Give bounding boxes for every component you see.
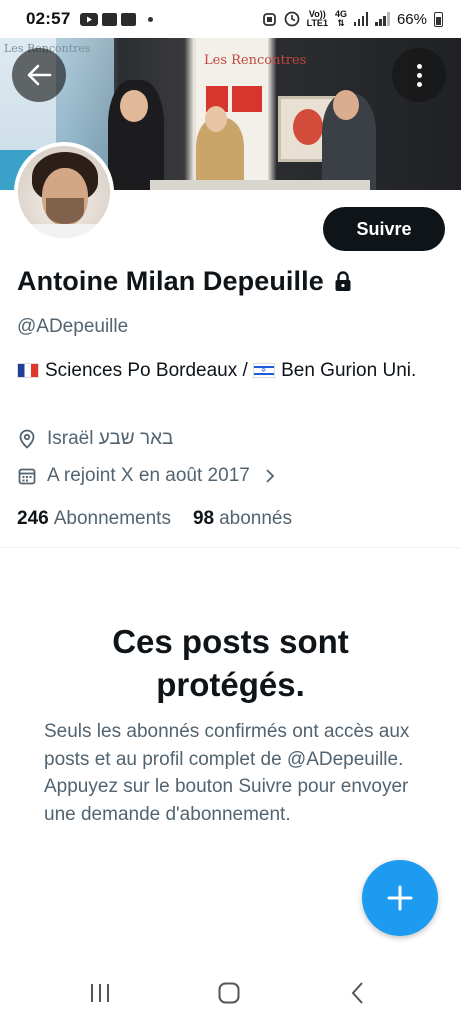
flag-france-icon <box>17 363 39 378</box>
status-right: Vo)) LTE1 4G ⇅ 66% <box>262 10 443 28</box>
divider <box>0 547 461 548</box>
app-icon <box>121 12 137 26</box>
compose-button[interactable] <box>362 860 438 936</box>
bio-text: Sciences Po Bordeaux / <box>45 360 254 381</box>
avatar[interactable] <box>14 142 114 242</box>
arrow-left-icon <box>27 64 52 86</box>
home-button[interactable] <box>214 980 244 1006</box>
followers-count: 98 <box>192 508 215 529</box>
data-type-indicator: 4G ⇅ <box>334 9 347 28</box>
profile-location: Israël באר שבע <box>17 428 173 450</box>
back-button[interactable] <box>12 48 66 102</box>
location-pin-icon <box>17 429 37 449</box>
following-count: 246 <box>17 508 49 529</box>
signal-icon <box>375 12 390 26</box>
clock-icon <box>284 11 300 27</box>
nav-back-button[interactable] <box>343 980 373 1006</box>
youtube-icon <box>80 12 99 26</box>
data-type-label: 4G <box>334 9 347 19</box>
more-options-button[interactable] <box>392 48 446 102</box>
following-link[interactable]: 246 Abonnements <box>17 508 171 530</box>
protected-title: Ces posts sont protégés. <box>112 623 349 703</box>
banner-person-head <box>333 90 359 120</box>
battery-percent: 66% <box>396 10 427 28</box>
profile-name: Antoine Milan Depeuille <box>17 266 324 296</box>
app-icon <box>102 12 118 26</box>
banner-sign-text: Les Rencontres <box>204 53 307 68</box>
system-nav-bar <box>0 962 461 1024</box>
battery-icon <box>434 11 443 27</box>
recents-button[interactable] <box>85 980 115 1006</box>
calendar-icon <box>17 466 37 486</box>
chevron-right-icon <box>266 469 275 483</box>
follow-counts: 246 Abonnements 98 abonnés <box>17 508 292 530</box>
plus-icon <box>387 885 413 911</box>
back-icon <box>351 982 363 1004</box>
follow-button[interactable]: Suivre <box>323 207 445 251</box>
status-bar: 02:57 Vo)) LTE1 4G ⇅ 66% <box>0 0 461 38</box>
banner-sign-logo <box>232 86 262 112</box>
location-text: Israël באר שבע <box>47 428 174 449</box>
home-icon <box>218 982 240 1004</box>
profile-bio: Sciences Po Bordeaux / ✡ Ben Gurion Uni. <box>17 357 437 384</box>
banner-person-head <box>205 106 227 132</box>
protected-description: Seuls les abonnés confirmés ont accès au… <box>44 721 410 825</box>
notification-icons <box>80 12 154 26</box>
lock-icon <box>335 271 351 291</box>
volte-indicator: Vo)) LTE1 <box>307 10 328 28</box>
flag-israel-icon: ✡ <box>253 363 276 378</box>
lte-label: LTE1 <box>306 18 328 28</box>
profile-joined[interactable]: A rejoint X en août 2017 <box>17 465 276 487</box>
profile-name-row: Antoine Milan Depeuille <box>17 266 352 297</box>
status-time: 02:57 <box>26 9 71 28</box>
profile-handle: @ADepeuille <box>17 316 129 337</box>
more-vertical-icon <box>416 63 422 87</box>
following-label: Abonnements <box>53 508 171 529</box>
followers-label: abonnés <box>219 508 292 529</box>
signal-icon <box>353 12 369 26</box>
banner-table <box>150 180 370 190</box>
followers-link[interactable]: 98 abonnés <box>193 508 292 530</box>
alarm-icon <box>262 13 276 26</box>
banner-person-head <box>120 90 148 122</box>
notification-dot <box>148 16 154 22</box>
bio-text: Ben Gurion Uni. <box>281 360 417 381</box>
recents-icon <box>91 984 109 1002</box>
joined-text: A rejoint X en août 2017 <box>47 465 250 486</box>
